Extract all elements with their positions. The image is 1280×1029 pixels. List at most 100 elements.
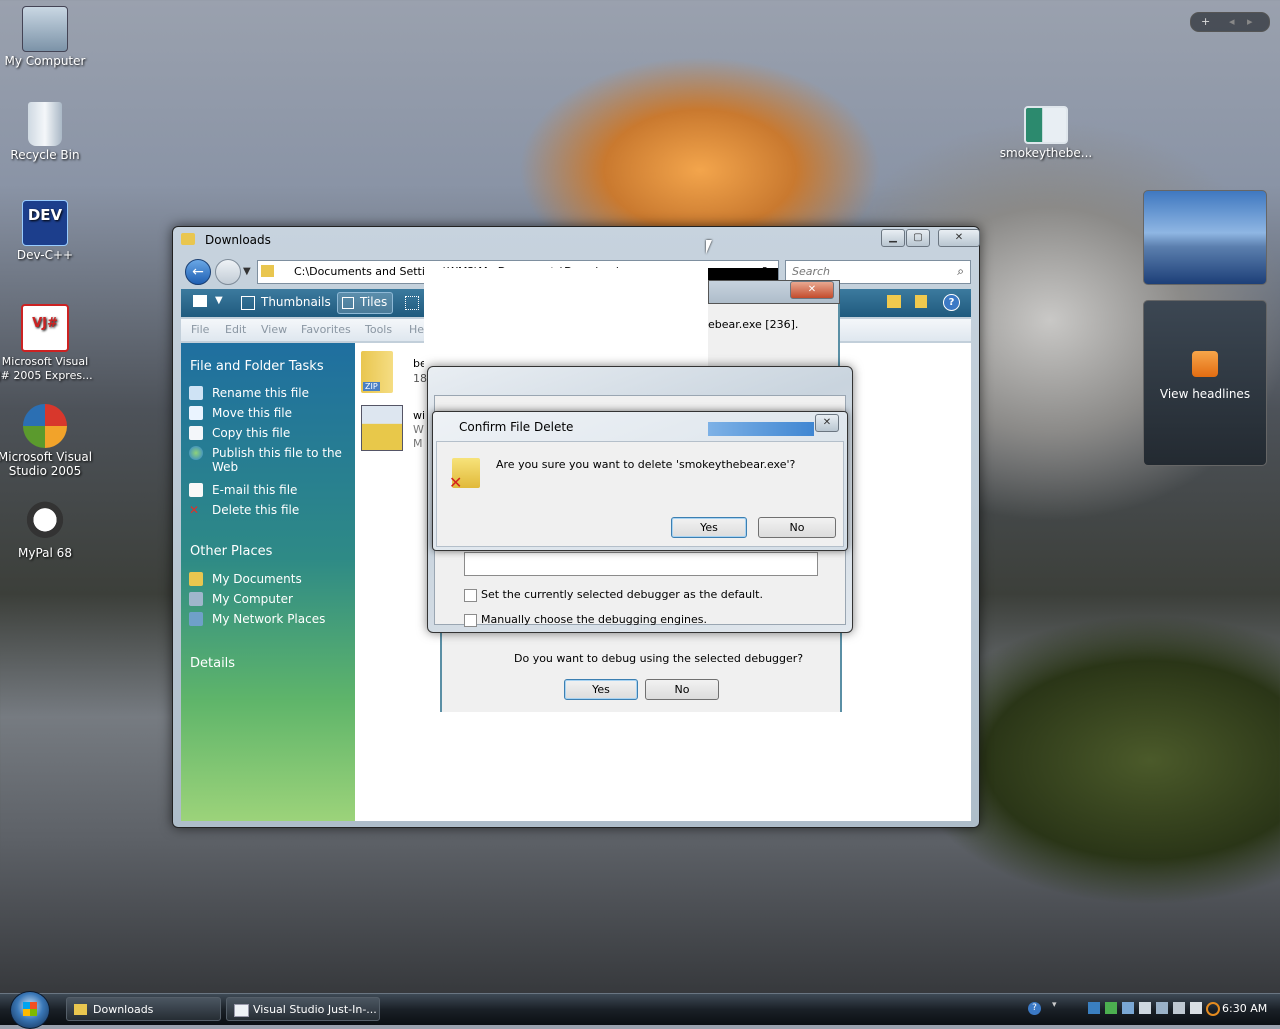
window-icon: [234, 1004, 249, 1017]
desktop-icon-smokeythebear[interactable]: smokeythebe...: [998, 106, 1094, 160]
search-icon[interactable]: [1206, 1002, 1220, 1016]
desktop-icon-dev-cpp[interactable]: DEV Dev-C++: [0, 200, 93, 262]
help-icon[interactable]: ?: [943, 294, 960, 311]
move-icon: [189, 406, 203, 420]
no-button[interactable]: No: [758, 517, 836, 538]
window-title: Downloads: [205, 233, 271, 247]
new-folder-icon[interactable]: [887, 295, 901, 308]
dialog-title: Confirm File Delete: [459, 420, 574, 434]
slideshow-gadget[interactable]: [1143, 190, 1267, 285]
thumbnails-button[interactable]: Thumbnails: [261, 295, 331, 309]
file-item[interactable]: ZIP be 18: [359, 351, 427, 397]
my-computer-link[interactable]: My Computer: [189, 589, 351, 609]
dev-cpp-icon: DEV: [22, 200, 68, 246]
title-progress-strip: [708, 422, 814, 436]
jit-yes-button[interactable]: Yes: [564, 679, 638, 700]
file-item[interactable]: wi W M: [359, 405, 429, 455]
tiles-button-frame[interactable]: Tiles: [337, 292, 393, 314]
vjsharp-icon: VJ#: [21, 304, 69, 352]
sidebar-controls: + ◂ ▸: [1190, 12, 1270, 32]
update-icon[interactable]: [1122, 1002, 1134, 1014]
taskbar-button-downloads[interactable]: Downloads: [66, 997, 221, 1021]
back-button[interactable]: ←: [185, 259, 211, 285]
jit-no-button[interactable]: No: [645, 679, 719, 700]
computer-icon: [189, 592, 203, 606]
network-icon[interactable]: [1088, 1002, 1100, 1014]
security-icon[interactable]: [1105, 1002, 1117, 1014]
details-heading[interactable]: Details: [190, 656, 235, 671]
speaker-icon[interactable]: [1190, 1002, 1202, 1014]
confirm-delete-dialog: Confirm File Delete ✕ ✕ Are you sure you…: [432, 411, 848, 551]
debugger-list[interactable]: [464, 552, 818, 576]
file-tasks-heading: File and Folder Tasks: [190, 359, 324, 374]
dialog-close-button[interactable]: ✕: [815, 414, 839, 432]
delete-x-icon: ✕: [449, 473, 463, 492]
close-button[interactable]: ✕: [938, 229, 980, 247]
dialog-message: Are you sure you want to delete 'smokeyt…: [496, 458, 796, 471]
checkbox[interactable]: [464, 613, 477, 627]
my-network-places-link[interactable]: My Network Places: [189, 609, 351, 629]
delete-file-link[interactable]: ✕ Delete this file: [189, 500, 351, 520]
menu-file[interactable]: File: [191, 319, 209, 341]
envelope-icon: [189, 483, 203, 497]
file-company: M: [413, 437, 423, 450]
desktop-icon-recycle-bin[interactable]: Recycle Bin: [0, 102, 93, 162]
add-gadget-button[interactable]: +: [1201, 13, 1210, 31]
jit-title-strip: [708, 268, 778, 280]
application-file-icon: [1024, 106, 1068, 144]
desktop-icon-my-computer[interactable]: My Computer: [0, 6, 93, 68]
notification-arrow-icon[interactable]: ▾: [1052, 1000, 1057, 1010]
jit-process-text: ebear.exe [236].: [708, 318, 799, 331]
sidebar-next-button[interactable]: ▸: [1247, 13, 1253, 31]
menu-edit[interactable]: Edit: [225, 319, 246, 341]
forward-button[interactable]: [215, 259, 241, 285]
device-icon[interactable]: [1139, 1002, 1151, 1014]
desktop-icon-mypal[interactable]: MyPal 68: [0, 500, 93, 560]
feed-headlines-gadget[interactable]: View headlines: [1143, 300, 1267, 466]
yes-button[interactable]: Yes: [671, 517, 747, 538]
chevron-down-icon[interactable]: ▼: [215, 295, 223, 306]
folder-options-icon[interactable]: [915, 295, 927, 308]
my-documents-link[interactable]: My Documents: [189, 569, 351, 589]
file-type: W: [413, 423, 424, 436]
zip-folder-icon: ZIP: [361, 351, 393, 393]
views-icon[interactable]: [193, 295, 207, 307]
menu-favorites[interactable]: Favorites: [301, 319, 351, 341]
display-icon[interactable]: [1156, 1002, 1168, 1014]
menu-help[interactable]: He: [409, 319, 424, 341]
desktop-icon-vjsharp[interactable]: VJ# Microsoft Visual J# 2005 Expres...: [0, 304, 93, 382]
minimize-button[interactable]: ▁: [881, 229, 905, 247]
set-default-debugger-checkbox[interactable]: Set the currently selected debugger as t…: [464, 588, 763, 602]
email-file-link[interactable]: E-mail this file: [189, 480, 351, 500]
checkbox[interactable]: [464, 588, 477, 602]
publish-file-link[interactable]: Publish this file to the Web: [189, 443, 351, 480]
start-button[interactable]: [10, 991, 50, 1029]
desktop-icon-label: Recycle Bin: [10, 148, 80, 162]
tiles-button: Tiles: [360, 295, 388, 309]
desktop-icon-visual-studio[interactable]: Microsoft Visual Studio 2005: [0, 404, 93, 478]
maximize-button[interactable]: ▢: [906, 229, 930, 247]
menu-tools[interactable]: Tools: [365, 319, 392, 341]
globe-icon: [189, 446, 203, 460]
details-view-icon[interactable]: [405, 296, 419, 310]
view-headlines-link[interactable]: View headlines: [1144, 387, 1266, 401]
manual-engines-checkbox[interactable]: Manually choose the debugging engines.: [464, 613, 707, 627]
taskbar-button-jit-debugger[interactable]: Visual Studio Just-In-...: [226, 997, 380, 1021]
language-icon[interactable]: [1173, 1002, 1185, 1014]
desktop-icon-label: Microsoft Visual Studio 2005: [0, 450, 93, 478]
jit-body-top: ebear.exe [236].: [708, 304, 840, 366]
folder-icon: [74, 1004, 87, 1015]
rename-file-link[interactable]: Rename this file: [189, 383, 351, 403]
jit-close-button[interactable]: ✕: [790, 281, 834, 299]
recycle-bin-icon: [28, 102, 62, 146]
copy-file-link[interactable]: Copy this file: [189, 423, 351, 443]
rename-icon: [189, 386, 203, 400]
clock[interactable]: 6:30 AM: [1222, 1002, 1267, 1015]
move-file-link[interactable]: Move this file: [189, 403, 351, 423]
chevron-down-icon[interactable]: ▼: [243, 266, 251, 277]
folder-icon: [189, 572, 203, 586]
delete-file-icon: ✕: [449, 458, 480, 492]
sidebar-prev-button[interactable]: ◂: [1229, 13, 1235, 31]
menu-view[interactable]: View: [261, 319, 287, 341]
help-icon[interactable]: ?: [1028, 1002, 1041, 1015]
